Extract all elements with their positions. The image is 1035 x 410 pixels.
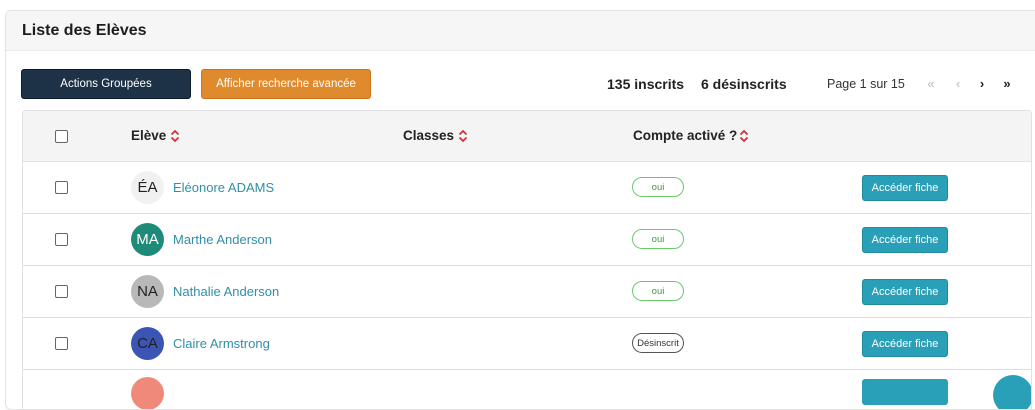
enrolled-count: 135 inscrits [607,76,685,92]
table-row: CA Claire Armstrong Désinscrit Accéder f… [23,318,1031,370]
page-info: Page 1 sur 15 [827,77,905,91]
row-checkbox[interactable] [55,233,68,246]
student-name-link[interactable]: Claire Armstrong [173,336,270,351]
status-badge: oui [632,281,684,301]
select-all-checkbox[interactable] [55,130,68,143]
sort-icon[interactable] [458,129,468,143]
avatar: NA [131,275,164,308]
card-header: Liste des Elèves [6,11,1035,51]
row-checkbox[interactable] [55,337,68,350]
students-card: Liste des Elèves Actions Groupées Affich… [5,10,1035,410]
open-profile-button[interactable]: Accéder fiche [862,175,948,201]
column-classes[interactable]: Classes [403,128,468,143]
open-profile-button[interactable]: Accéder fiche [862,279,948,305]
column-classes-label: Classes [403,128,455,143]
avatar: ÉA [131,171,164,204]
student-name-link[interactable]: Nathalie Anderson [173,284,279,299]
next-page-icon[interactable]: › [973,74,991,94]
row-checkbox[interactable] [55,285,68,298]
last-page-icon[interactable]: » [998,74,1016,94]
status-badge: oui [632,177,684,197]
row-checkbox[interactable] [55,181,68,194]
column-student-label: Elève [131,128,167,143]
table-header: Elève Classes Compte activé ? [23,111,1031,162]
open-profile-button[interactable] [862,379,948,405]
column-account-active-label: Compte activé ? [633,128,738,143]
table-row: MA Marthe Anderson oui Accéder fiche [23,214,1031,266]
open-profile-button[interactable]: Accéder fiche [862,227,948,253]
table-row: NA Nathalie Anderson oui Accéder fiche [23,266,1031,318]
sort-icon[interactable] [170,129,180,143]
page-title: Liste des Elèves [22,21,147,39]
open-profile-button[interactable]: Accéder fiche [862,331,948,357]
column-student[interactable]: Elève [131,128,180,143]
sort-icon[interactable] [739,129,749,143]
avatar: CA [131,327,164,360]
unenrolled-count: 6 désinscrits [701,76,787,92]
table-row: ÉA Eléonore ADAMS oui Accéder fiche [23,162,1031,214]
student-name-link[interactable]: Marthe Anderson [173,232,272,247]
first-page-icon[interactable]: « [922,74,940,94]
students-table: Elève Classes Compte activé ? ÉA Eléonor… [22,110,1032,409]
avatar [131,377,164,409]
group-actions-button[interactable]: Actions Groupées [21,69,191,99]
toolbar: Actions Groupées Afficher recherche avan… [21,69,1035,101]
advanced-search-button[interactable]: Afficher recherche avancée [201,69,371,99]
previous-page-icon[interactable]: ‹ [949,74,967,94]
table-row [23,370,1031,409]
status-badge: Désinscrit [632,333,684,353]
student-name-link[interactable]: Eléonore ADAMS [173,180,274,195]
status-badge: oui [632,229,684,249]
avatar: MA [131,223,164,256]
column-account-active[interactable]: Compte activé ? [633,128,749,143]
floating-action-button[interactable] [993,375,1031,409]
